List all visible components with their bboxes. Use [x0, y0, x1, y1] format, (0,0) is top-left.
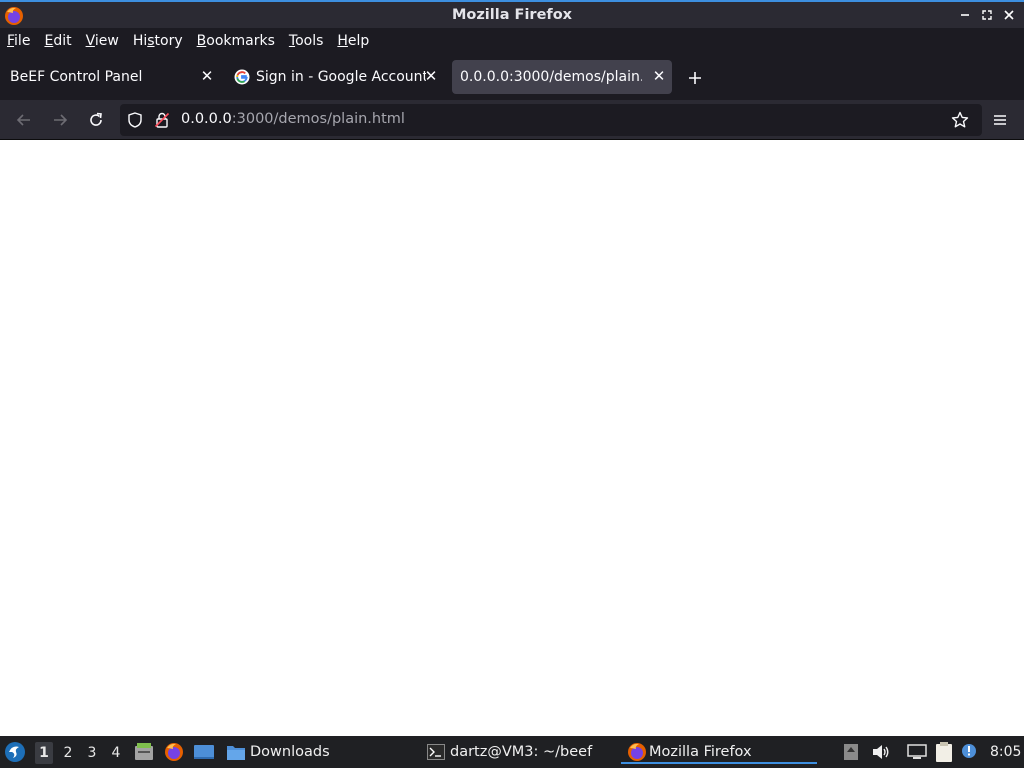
plus-icon [689, 72, 701, 84]
menu-bookmarks[interactable]: Bookmarks [190, 33, 282, 49]
network-icon [907, 744, 927, 759]
arrow-right-icon [54, 114, 68, 126]
url-path: :3000/demos/plain.html [231, 111, 405, 127]
clock[interactable]: 8:05 [990, 736, 1021, 768]
tab-close-icon[interactable]: ✕ [424, 69, 438, 84]
new-tab-button[interactable] [684, 67, 706, 89]
url-bar[interactable]: 0.0.0.0:3000/demos/plain.html [120, 104, 982, 136]
menu-help[interactable]: Help [330, 33, 376, 49]
taskbar-firefox-label: Mozilla Firefox [649, 744, 752, 760]
tab-beef-control-panel[interactable]: BeEF Control Panel ✕ [2, 60, 220, 94]
maximize-icon [982, 10, 992, 20]
minimize-button[interactable] [956, 7, 974, 23]
back-button[interactable] [12, 108, 36, 132]
menu-file[interactable]: File [0, 33, 37, 49]
navigation-toolbar: 0.0.0.0:3000/demos/plain.html [0, 100, 1024, 140]
menu-history[interactable]: History [126, 33, 190, 49]
window-titlebar: Mozilla Firefox [0, 0, 1024, 28]
shield-icon[interactable] [127, 112, 143, 128]
file-manager-icon [135, 743, 153, 760]
workspace-4[interactable]: 4 [107, 742, 125, 764]
taskbar-terminal[interactable]: dartz@VM3: ~/beef [427, 736, 592, 768]
taskbar-terminal-label: dartz@VM3: ~/beef [450, 744, 593, 760]
reload-icon [90, 112, 102, 126]
tab-label: Sign in - Google Accounts [256, 69, 426, 85]
hamburger-menu-icon [994, 115, 1006, 125]
close-icon [1004, 10, 1014, 20]
url-text[interactable]: 0.0.0.0:3000/demos/plain.html [181, 111, 405, 127]
reload-button[interactable] [84, 108, 108, 132]
tray-clipboard[interactable] [934, 736, 954, 768]
close-button[interactable] [1000, 7, 1018, 23]
distro-logo-icon [5, 742, 25, 762]
star-bookmark-icon[interactable] [951, 111, 969, 129]
taskbar: 1 2 3 4 Downloads dartz@VM3: ~/beef Mozi… [0, 736, 1024, 768]
taskbar-downloads-label: Downloads [250, 744, 330, 760]
terminal-icon [427, 744, 445, 760]
firefox-launcher[interactable] [164, 736, 184, 768]
maximize-button[interactable] [978, 7, 996, 23]
google-icon [234, 69, 250, 85]
tray-network[interactable] [907, 736, 927, 768]
desktop-launcher[interactable] [193, 736, 215, 768]
volume-icon [873, 745, 889, 759]
file-manager-launcher[interactable] [134, 736, 154, 768]
notification-icon [962, 744, 976, 758]
app-menu-button[interactable] [988, 108, 1012, 132]
workspace-3[interactable]: 3 [83, 742, 101, 764]
tab-close-icon[interactable]: ✕ [200, 69, 214, 84]
workspace-2[interactable]: 2 [59, 742, 77, 764]
tab-close-icon[interactable]: ✕ [652, 69, 666, 84]
menu-edit[interactable]: Edit [37, 33, 78, 49]
taskbar-downloads[interactable]: Downloads [226, 736, 330, 768]
tab-plain-html[interactable]: 0.0.0.0:3000/demos/plain.html ✕ [452, 60, 672, 94]
tray-disk[interactable] [843, 736, 859, 768]
start-menu-button[interactable] [4, 736, 26, 768]
active-window-indicator [621, 762, 817, 764]
menubar: File Edit View History Bookmarks Tools H… [0, 28, 1024, 54]
tab-label: 0.0.0.0:3000/demos/plain.html [460, 69, 642, 85]
insecure-lock-icon[interactable] [154, 112, 170, 128]
url-host: 0.0.0.0 [181, 111, 232, 127]
show-desktop-icon [194, 745, 214, 759]
tab-strip: BeEF Control Panel ✕ Sign in - Google Ac… [0, 54, 1024, 100]
tray-volume[interactable] [871, 736, 891, 768]
firefox-icon [165, 743, 183, 761]
folder-icon [227, 746, 245, 760]
arrow-left-icon [16, 114, 30, 126]
menu-view[interactable]: View [79, 33, 126, 49]
tab-google-sign-in[interactable]: Sign in - Google Accounts ✕ [226, 60, 444, 94]
page-content-area[interactable] [0, 140, 1024, 736]
window-title: Mozilla Firefox [451, 7, 573, 23]
storage-icon [844, 744, 858, 760]
tray-notifications[interactable] [961, 736, 979, 768]
minimize-icon [961, 14, 969, 16]
workspace-1[interactable]: 1 [35, 742, 53, 764]
clipboard-icon [936, 742, 952, 762]
menu-tools[interactable]: Tools [282, 33, 331, 49]
firefox-icon [628, 743, 646, 761]
forward-button[interactable] [48, 108, 72, 132]
tab-label: BeEF Control Panel [10, 69, 143, 85]
